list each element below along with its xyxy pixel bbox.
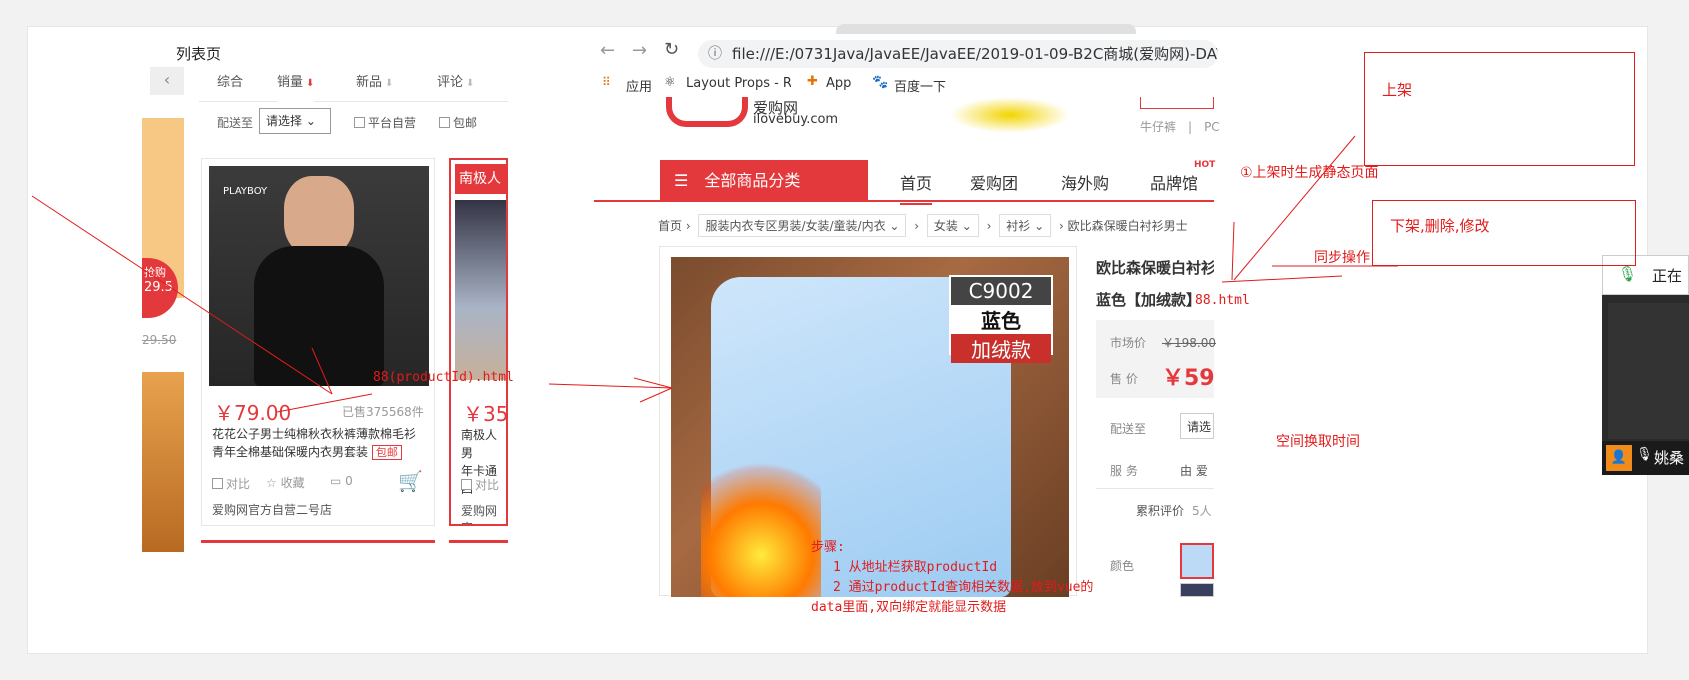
pointer-line: [1221, 275, 1343, 283]
arrow-head: [639, 387, 673, 403]
pointer-line: [1233, 135, 1356, 281]
pointer-line: [1231, 221, 1235, 281]
pointer-line: [31, 195, 333, 395]
pointer-line: [276, 393, 373, 413]
pointer-line: [548, 383, 673, 389]
annotation-lines: [31, 135, 1398, 413]
